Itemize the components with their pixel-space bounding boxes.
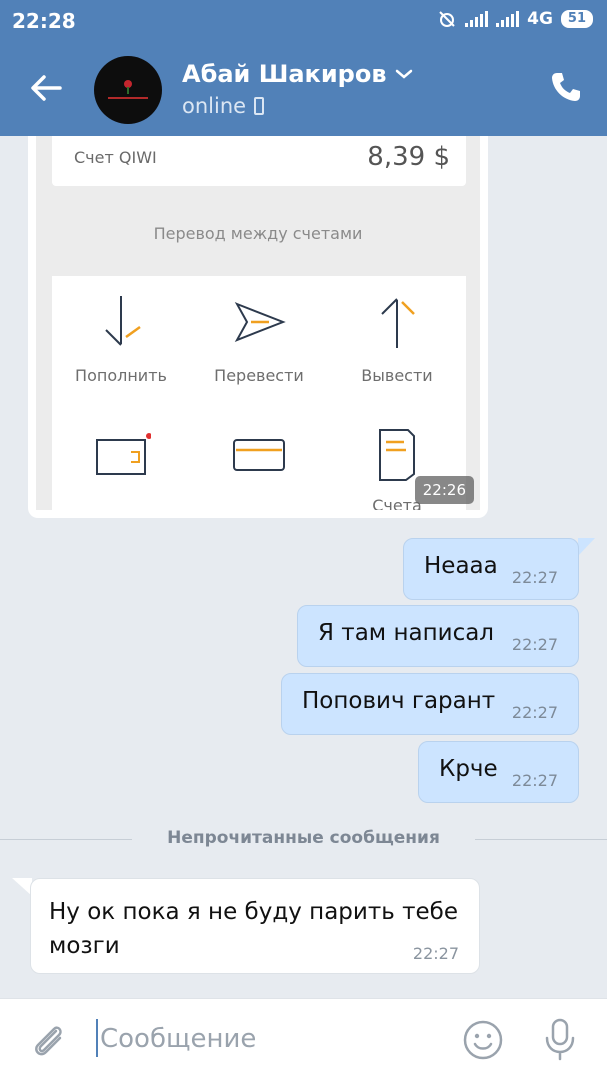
wallet-card-icon xyxy=(96,433,151,475)
message-time: 22:27 xyxy=(511,703,558,722)
unread-divider: Непрочитанные сообщения xyxy=(0,824,607,856)
unread-divider-label: Непрочитанные сообщения xyxy=(167,828,440,848)
presence-status: online xyxy=(182,94,247,118)
presence-row: online xyxy=(182,94,265,118)
status-time: 22:28 xyxy=(12,9,76,33)
message-composer xyxy=(0,998,607,1080)
avatar-caption-line xyxy=(108,97,148,99)
qiwi-account-value: 8,39 $ xyxy=(367,142,450,172)
message-text: Неааа xyxy=(424,553,498,579)
card-icon xyxy=(233,439,285,471)
back-arrow-icon[interactable] xyxy=(28,70,64,106)
action-label: Вывести xyxy=(361,366,433,385)
arrow-up-icon xyxy=(381,298,415,348)
invoice-icon xyxy=(379,429,415,481)
message-text: Ну ок пока я не буду парить тебе мозги xyxy=(49,899,458,959)
action-withdraw: Вывести xyxy=(328,292,466,385)
qiwi-account-card: Счет QIWI 8,39 $ xyxy=(52,136,466,186)
action-wallet xyxy=(52,426,190,496)
divider-line-right xyxy=(475,839,607,840)
alarm-off-icon xyxy=(439,11,455,27)
qiwi-screenshot: Счет QIWI 8,39 $ Перевод между счетами П… xyxy=(36,136,480,510)
message-time: 22:27 xyxy=(511,771,558,790)
network-type: 4G xyxy=(527,9,553,29)
qiwi-actions-grid: Пополнить Перевести Вывести Счета xyxy=(52,276,466,510)
transfer-title: Перевод между счетами xyxy=(153,224,363,243)
outgoing-message[interactable]: Крче 22:27 xyxy=(418,741,579,803)
message-time: 22:27 xyxy=(511,568,558,587)
status-bar: 22:28 4G 51 xyxy=(0,0,607,42)
outgoing-message[interactable]: Я там написал 22:27 xyxy=(297,605,579,667)
battery-icon: 51 xyxy=(560,10,593,28)
incoming-message[interactable]: Ну ок пока я не буду парить тебе мозги 2… xyxy=(30,878,480,974)
status-icons: 4G 51 xyxy=(437,9,593,29)
image-timestamp: 22:26 xyxy=(414,476,474,504)
signal-icon xyxy=(465,11,489,27)
text-caret xyxy=(96,1019,98,1057)
contact-name-row[interactable]: Абай Шакиров xyxy=(182,60,413,88)
avatar[interactable] xyxy=(94,56,162,124)
contact-name: Абай Шакиров xyxy=(182,60,387,88)
outgoing-message[interactable]: Неааа 22:27 xyxy=(403,538,579,600)
action-card xyxy=(190,426,328,496)
arrow-down-icon xyxy=(105,296,141,346)
qiwi-account-label: Счет QIWI xyxy=(74,148,157,167)
chat-header: Абай Шакиров online xyxy=(0,42,607,136)
action-topup: Пополнить xyxy=(52,292,190,385)
action-label: Пополнить xyxy=(75,366,167,385)
message-time: 22:27 xyxy=(412,944,459,963)
send-arrow-icon xyxy=(234,302,286,342)
paperclip-icon[interactable] xyxy=(30,1021,66,1061)
message-text: Попович гарант xyxy=(302,688,496,714)
message-input[interactable] xyxy=(100,1019,430,1059)
image-message[interactable]: Счет QIWI 8,39 $ Перевод между счетами П… xyxy=(28,136,488,518)
bubble-tail xyxy=(578,538,595,556)
signal-icon-2 xyxy=(496,11,520,27)
bubble-tail-incoming xyxy=(12,878,32,896)
rose-stem xyxy=(127,87,129,94)
action-transfer: Перевести xyxy=(190,292,328,385)
message-text: Я там написал xyxy=(318,620,495,646)
microphone-icon[interactable] xyxy=(542,1017,578,1061)
call-icon[interactable] xyxy=(549,70,583,104)
emoji-icon[interactable] xyxy=(462,1019,504,1061)
mobile-device-icon xyxy=(254,97,265,115)
action-label: Перевести xyxy=(214,366,304,385)
message-time: 22:27 xyxy=(511,635,558,654)
outgoing-message[interactable]: Попович гарант 22:27 xyxy=(281,673,579,735)
chevron-down-icon xyxy=(395,69,412,79)
message-text: Крче xyxy=(439,756,498,782)
